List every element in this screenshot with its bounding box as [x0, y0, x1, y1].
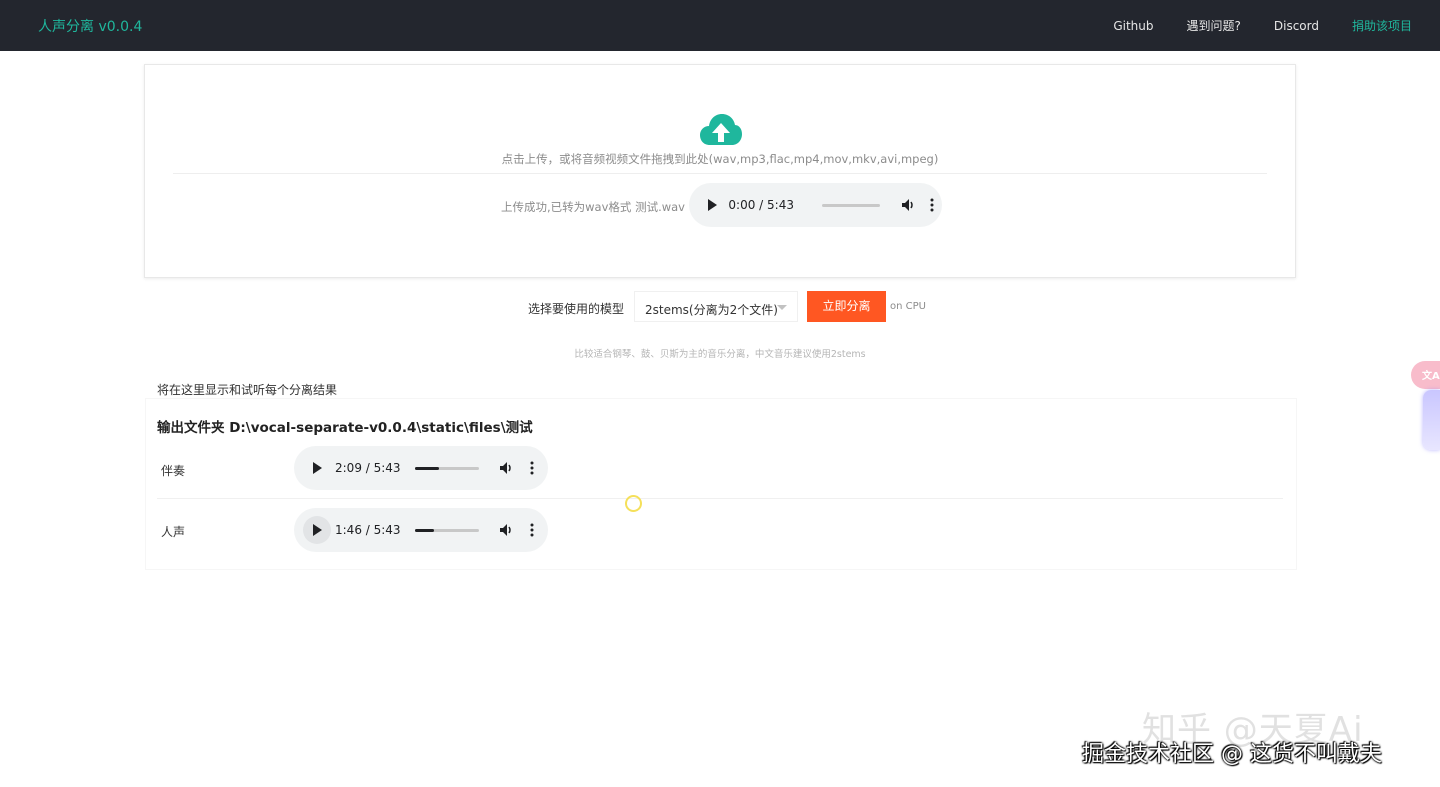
vocals-audio-player[interactable]: 1:46 / 5:43: [294, 508, 548, 552]
model-selected-value: 2stems(分离为2个文件): [645, 303, 778, 317]
device-label: on CPU: [890, 301, 926, 312]
nav-link-discord[interactable]: Discord: [1274, 19, 1319, 33]
divider: [173, 173, 1267, 174]
more-vertical-icon: [930, 198, 934, 212]
volume-icon: [902, 199, 913, 211]
audio-seek-bar[interactable]: [414, 466, 479, 470]
output-folder-path: 输出文件夹 D:\vocal-separate-v0.0.4\static\fi…: [157, 420, 533, 436]
results-title: 将在这里显示和试听每个分离结果: [157, 383, 338, 397]
audio-time: 0:00 / 5:43: [728, 198, 794, 212]
audio-seek-bar[interactable]: [414, 528, 479, 532]
track-name-vocals: 人声: [161, 525, 186, 539]
cloud-upload-icon[interactable]: [699, 113, 743, 147]
volume-icon: [499, 462, 511, 474]
more-options-button[interactable]: [521, 519, 543, 541]
more-vertical-icon: [530, 461, 534, 475]
upload-hint: 点击上传，或将音频视频文件拖拽到此处(wav,mp3,flac,mp4,mov,…: [501, 152, 939, 166]
audio-time: 2:09 / 5:43: [335, 461, 401, 475]
more-vertical-icon: [530, 523, 534, 537]
nav-link-help[interactable]: 遇到问题?: [1187, 17, 1241, 34]
app-title[interactable]: 人声分离 v0.0.4: [38, 16, 142, 36]
upload-dropzone[interactable]: 点击上传，或将音频视频文件拖拽到此处(wav,mp3,flac,mp4,mov,…: [144, 64, 1296, 278]
play-button[interactable]: [303, 454, 331, 482]
row-divider: [157, 498, 1283, 499]
nav-link-github[interactable]: Github: [1113, 19, 1153, 33]
play-icon: [707, 199, 717, 211]
separate-button[interactable]: 立即分离: [807, 291, 886, 322]
translate-icon: 文A: [1422, 371, 1440, 382]
seek-progress: [414, 466, 439, 470]
play-button[interactable]: [699, 191, 724, 219]
play-icon: [313, 524, 322, 536]
side-assistant-panel[interactable]: [1423, 390, 1440, 450]
more-options-button[interactable]: [922, 194, 942, 216]
nav-link-donate[interactable]: 捐助该项目: [1352, 17, 1412, 34]
uploaded-audio-player[interactable]: 0:00 / 5:43: [689, 183, 942, 227]
model-selection-row: 选择要使用的模型 2stems(分离为2个文件) 立即分离 on CPU: [0, 290, 1440, 324]
model-label: 选择要使用的模型: [528, 302, 625, 316]
track-name-accompaniment: 伴奏: [161, 464, 186, 478]
chevron-down-icon: [777, 305, 787, 310]
mouse-cursor-highlight: [625, 495, 642, 512]
nav-links: Github 遇到问题? Discord 捐助该项目: [1113, 0, 1412, 51]
more-options-button[interactable]: [521, 457, 543, 479]
play-icon: [313, 462, 322, 474]
volume-button[interactable]: [495, 519, 517, 541]
play-button[interactable]: [303, 516, 331, 544]
volume-icon: [499, 524, 511, 536]
accompaniment-audio-player[interactable]: 2:09 / 5:43: [294, 446, 548, 490]
model-tip: 比较适合钢琴、鼓、贝斯为主的音乐分离，中文音乐建议使用2stems: [574, 349, 866, 360]
watermark-juejin: 掘金技术社区 @ 这货不叫戴夫: [1082, 742, 1382, 767]
model-select[interactable]: 2stems(分离为2个文件): [634, 291, 798, 322]
upload-status: 上传成功,已转为wav格式 测试.wav: [501, 200, 685, 214]
seek-progress: [414, 528, 435, 532]
audio-seek-bar[interactable]: [821, 203, 881, 207]
audio-time: 1:46 / 5:43: [335, 523, 401, 537]
top-navbar: 人声分离 v0.0.4 Github 遇到问题? Discord 捐助该项目: [0, 0, 1440, 51]
translate-float-button[interactable]: 文A: [1411, 361, 1440, 389]
volume-button[interactable]: [898, 194, 918, 216]
volume-button[interactable]: [495, 457, 517, 479]
